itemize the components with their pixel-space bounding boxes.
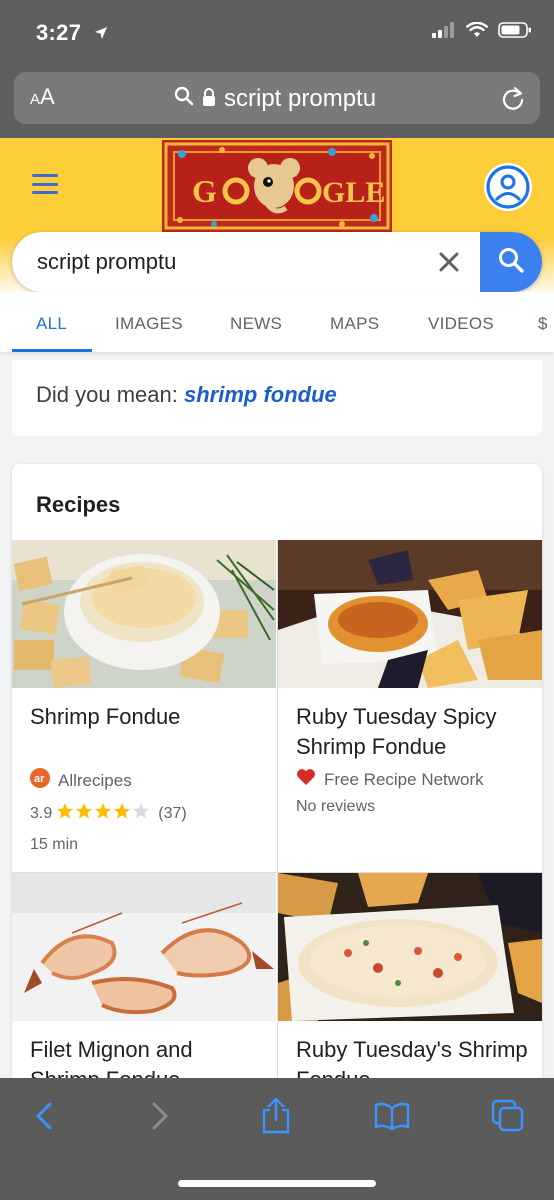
rating-value: 3.9: [30, 804, 53, 822]
menu-icon[interactable]: [32, 174, 58, 194]
recipe-time: 15 min: [30, 836, 79, 853]
active-tab-indicator: [12, 349, 92, 352]
recipes-card: Recipes Shrimp Fondue ar Allrecipes 3.9 …: [12, 464, 542, 1078]
chevron-left-icon: [34, 1101, 54, 1136]
clock: 3:27: [36, 20, 82, 45]
url-text: script promptu: [224, 85, 377, 112]
aa-small-label: A: [30, 91, 41, 108]
search-tabs: ALL IMAGES NEWS MAPS VIDEOS $: [0, 292, 554, 352]
clear-icon[interactable]: [436, 249, 462, 275]
tab-news[interactable]: NEWS: [230, 314, 282, 334]
tab-images[interactable]: IMAGES: [115, 314, 183, 334]
recipe-reviews: No reviews: [296, 798, 376, 815]
recipe-photo: [12, 873, 276, 1021]
tabs-button[interactable]: [488, 1098, 528, 1138]
recipe-name: Ruby Tuesday Spicy Shrimp Fondue: [296, 704, 497, 759]
spelling-suggestion: Did you mean: shrimp fondue: [12, 360, 542, 436]
status-icons: [432, 21, 532, 43]
recipes-title: Recipes: [36, 492, 121, 517]
back-button[interactable]: [24, 1098, 64, 1138]
heart-icon: [296, 768, 316, 791]
recipe-photo: [278, 540, 542, 688]
search-icon: [497, 246, 525, 279]
wifi-icon: [466, 21, 488, 43]
tab-all[interactable]: ALL: [36, 314, 67, 334]
recipe-card-ruby-tuesdays[interactable]: Ruby Tuesday's Shrimp Fondue: [278, 873, 542, 1078]
location-arrow-icon: [94, 20, 108, 46]
tabs-icon: [491, 1099, 525, 1138]
status-bar: 3:27: [0, 0, 554, 66]
recipe-source: Free Recipe Network: [296, 768, 484, 791]
cellular-signal-icon: [432, 22, 456, 43]
search-button[interactable]: [480, 232, 542, 292]
recipe-source-name: Free Recipe Network: [324, 769, 484, 789]
recipe-source-name: Allrecipes: [58, 770, 132, 790]
recipe-card-filet-mignon[interactable]: Filet Mignon and Shrimp Fondue: [12, 873, 276, 1078]
search-input[interactable]: [37, 246, 427, 278]
recipe-name: Filet Mignon and Shrimp Fondue: [30, 1037, 193, 1078]
google-doodle-logo[interactable]: G GLE: [162, 140, 392, 232]
allrecipes-logo-icon: ar: [30, 768, 50, 793]
search-box: [12, 232, 542, 292]
svg-text:G: G: [192, 173, 217, 209]
battery-icon: [498, 22, 532, 43]
did-you-mean-label: Did you mean:: [36, 382, 178, 407]
svg-text:ar: ar: [34, 773, 45, 785]
url-field[interactable]: script promptu: [174, 85, 376, 113]
tab-maps[interactable]: MAPS: [330, 314, 379, 334]
tab-shopping[interactable]: $: [538, 314, 548, 334]
recipe-photo: [12, 540, 276, 688]
recipe-card-ruby-tuesday-spicy[interactable]: Ruby Tuesday Spicy Shrimp Fondue Free Re…: [278, 540, 542, 872]
recipe-photo: [278, 873, 542, 1021]
share-icon: [260, 1097, 292, 1139]
lock-icon: [202, 85, 216, 113]
reload-icon[interactable]: [500, 84, 526, 117]
home-indicator: [178, 1180, 376, 1187]
recipe-card-shrimp-fondue[interactable]: Shrimp Fondue ar Allrecipes 3.9 (37) 15 …: [12, 540, 276, 872]
chevron-right-icon: [150, 1101, 170, 1136]
reader-text-size-button[interactable]: AA: [30, 84, 55, 110]
book-icon: [374, 1102, 410, 1135]
star-rating-icon: [56, 802, 154, 825]
review-count: (37): [158, 804, 187, 822]
recipe-name: Ruby Tuesday's Shrimp Fondue: [296, 1037, 528, 1078]
svg-text:GLE: GLE: [322, 176, 385, 209]
aa-large-label: A: [40, 84, 55, 109]
status-time: 3:27: [36, 20, 108, 46]
bookmarks-button[interactable]: [372, 1098, 412, 1138]
tab-videos[interactable]: VIDEOS: [428, 314, 494, 334]
recipe-source: ar Allrecipes: [30, 768, 132, 793]
suggestion-link[interactable]: shrimp fondue: [184, 382, 337, 407]
google-search-page: G GLE ALL IMAGES NEWS MA: [0, 138, 554, 1078]
account-icon[interactable]: [484, 163, 532, 211]
recipe-rating: 3.9 (37): [30, 802, 187, 825]
address-bar[interactable]: AA script promptu: [14, 72, 540, 124]
recipe-name: Shrimp Fondue: [30, 704, 181, 729]
share-button[interactable]: [256, 1097, 296, 1139]
search-icon: [174, 85, 194, 113]
forward-button[interactable]: [140, 1098, 180, 1138]
